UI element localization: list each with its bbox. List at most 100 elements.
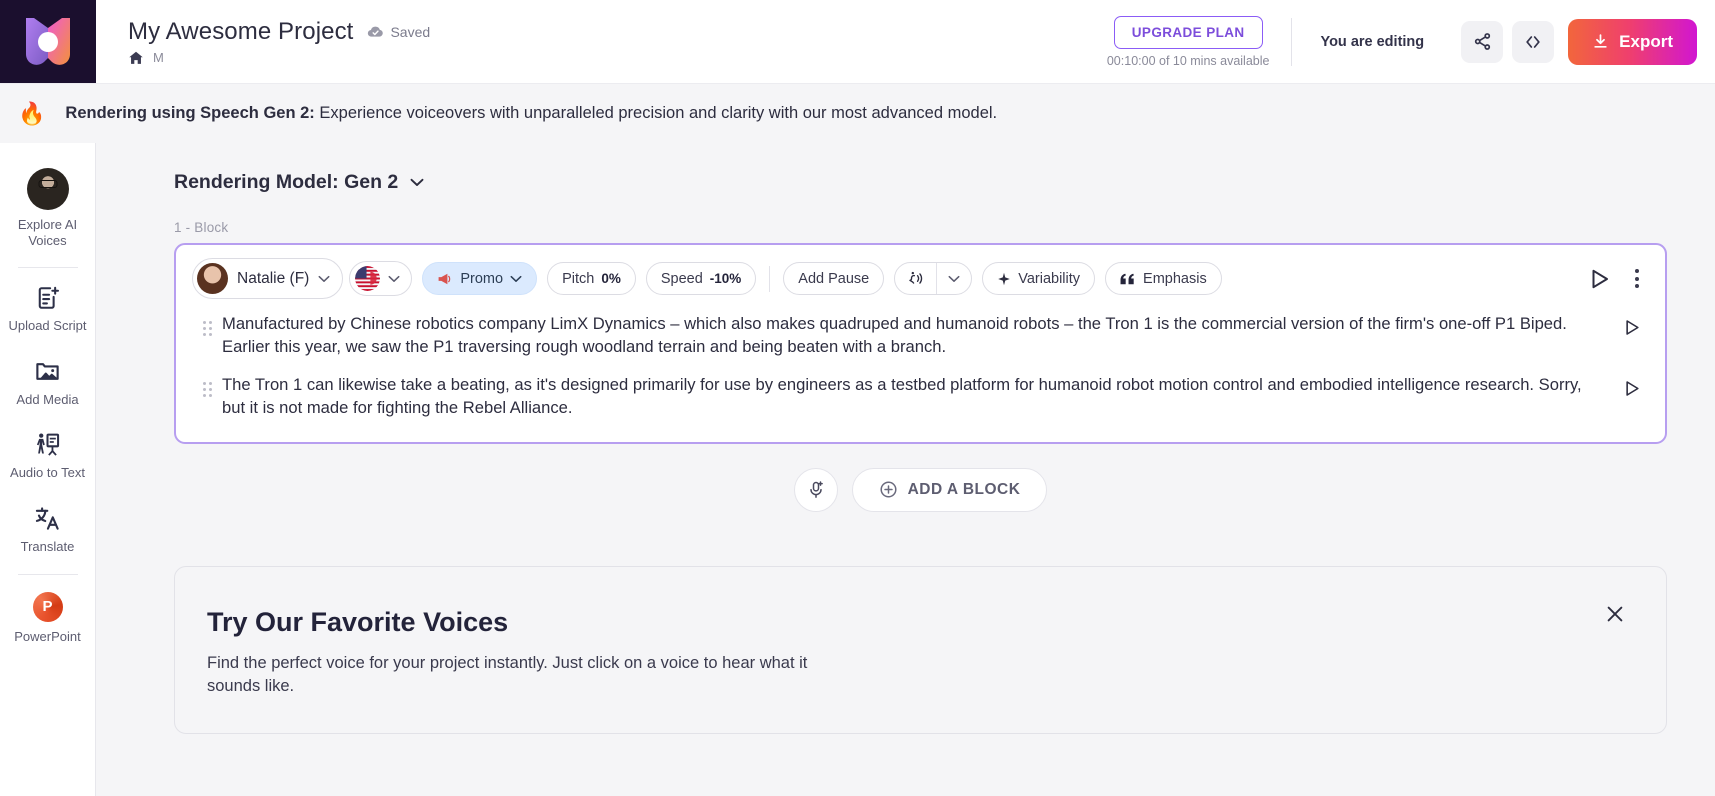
pitch-control[interactable]: Pitch 0% bbox=[547, 262, 636, 295]
voice-name-label: Natalie (F) bbox=[237, 269, 310, 287]
sound-effect-button[interactable] bbox=[895, 263, 936, 294]
paragraph-play-button[interactable] bbox=[1611, 312, 1651, 337]
variability-label: Variability bbox=[1018, 270, 1081, 287]
play-icon bbox=[1625, 320, 1639, 335]
avatar-icon bbox=[26, 168, 69, 210]
paragraph-drag-handle[interactable] bbox=[192, 373, 222, 397]
banner-message: Rendering using Speech Gen 2: Experience… bbox=[65, 104, 997, 123]
code-icon bbox=[1526, 35, 1540, 48]
chevron-down-icon bbox=[948, 275, 960, 282]
sidebar-item-label: Upload Script bbox=[8, 318, 87, 334]
share-button[interactable] bbox=[1461, 20, 1504, 63]
emphasis-button[interactable]: Emphasis bbox=[1105, 262, 1222, 295]
block-options-button[interactable] bbox=[1629, 265, 1645, 292]
rendering-model-label: Rendering Model: Gen 2 bbox=[174, 171, 399, 193]
speed-value: -10% bbox=[709, 271, 742, 286]
sidebar-item-translate[interactable]: Translate bbox=[0, 494, 95, 568]
plus-circle-icon bbox=[880, 481, 897, 498]
favorite-voices-title: Try Our Favorite Voices bbox=[207, 606, 509, 637]
export-button[interactable]: Export bbox=[1568, 18, 1697, 65]
favorite-voices-card: Try Our Favorite Voices Find the perfect… bbox=[174, 565, 1667, 735]
save-status-label: Saved bbox=[390, 23, 431, 40]
sidebar-item-label: Translate bbox=[20, 538, 75, 554]
app-root: My Awesome Project Saved M UPGRADE PLAN … bbox=[0, 0, 1715, 796]
record-voice-button[interactable] bbox=[793, 467, 838, 512]
script-paragraph-row: The Tron 1 can likewise take a beating, … bbox=[176, 373, 1665, 420]
sidebar-item-audio-to-text[interactable]: Audio to Text bbox=[0, 420, 95, 494]
sidebar-item-add-media[interactable]: Add Media bbox=[0, 347, 95, 421]
add-block-button[interactable]: ADD A BLOCK bbox=[851, 467, 1048, 512]
sound-effect-dropdown[interactable] bbox=[936, 263, 971, 294]
play-icon bbox=[1625, 380, 1639, 396]
sidebar-item-label: Explore AI Voices bbox=[17, 217, 78, 248]
add-block-label: ADD A BLOCK bbox=[907, 480, 1021, 498]
sidebar-item-label: Add Media bbox=[16, 391, 79, 407]
paragraph-text[interactable]: Manufactured by Chinese robotics company… bbox=[222, 312, 1611, 359]
editor-canvas: Rendering Model: Gen 2 1 - Block Natalie… bbox=[96, 143, 1715, 796]
project-info: My Awesome Project Saved M bbox=[128, 18, 430, 66]
sound-effect-group bbox=[894, 262, 973, 295]
announcement-banner: 🔥 Rendering using Speech Gen 2: Experien… bbox=[0, 83, 1715, 143]
sidebar-item-upload-script[interactable]: Upload Script bbox=[0, 274, 95, 347]
language-selector[interactable] bbox=[349, 261, 413, 296]
page-title: My Awesome Project bbox=[128, 17, 354, 45]
upgrade-plan-button[interactable]: UPGRADE PLAN bbox=[1113, 15, 1263, 49]
block-padding bbox=[176, 420, 1665, 442]
flame-icon: 🔥 bbox=[18, 100, 46, 126]
us-flag-icon bbox=[355, 266, 381, 291]
chevron-down-icon bbox=[410, 178, 424, 186]
download-icon bbox=[1594, 34, 1607, 48]
favorite-voices-subtitle: Find the perfect voice for your project … bbox=[207, 653, 808, 696]
sparkle-icon bbox=[998, 272, 1011, 285]
voice-avatar bbox=[197, 263, 228, 294]
voice-selector[interactable]: Natalie (F) bbox=[192, 258, 344, 299]
emphasis-label: Emphasis bbox=[1143, 270, 1207, 287]
share-icon bbox=[1474, 33, 1490, 50]
embed-code-button[interactable] bbox=[1512, 20, 1555, 63]
cloud-check-icon bbox=[368, 26, 384, 37]
home-icon bbox=[129, 51, 143, 64]
rendering-model-selector[interactable]: Rendering Model: Gen 2 bbox=[174, 171, 1693, 194]
banner-body: Experience voiceovers with unparalleled … bbox=[314, 104, 998, 122]
voice-style-label: Promo bbox=[460, 270, 504, 287]
chevron-down-icon bbox=[318, 275, 330, 282]
paragraph-play-button[interactable] bbox=[1611, 373, 1651, 398]
sidebar-item-label: Audio to Text bbox=[10, 465, 85, 481]
app-logo bbox=[26, 17, 70, 65]
logo-container[interactable] bbox=[0, 0, 96, 83]
paragraph-text[interactable]: The Tron 1 can likewise take a beating, … bbox=[222, 373, 1611, 420]
pitch-label: Pitch bbox=[562, 270, 595, 287]
play-icon bbox=[1592, 269, 1608, 288]
sidebar-item-powerpoint[interactable]: P PowerPoint bbox=[0, 581, 95, 658]
script-paragraph-row: Manufactured by Chinese robotics company… bbox=[176, 312, 1665, 359]
sidebar-divider bbox=[17, 267, 78, 269]
sidebar-item-explore-ai-voices[interactable]: Explore AI Voices bbox=[0, 157, 95, 261]
block-index-label: 1 - Block bbox=[174, 220, 229, 235]
add-pause-button[interactable]: Add Pause bbox=[783, 262, 885, 295]
speed-control[interactable]: Speed -10% bbox=[645, 262, 757, 295]
add-block-row: ADD A BLOCK bbox=[174, 467, 1667, 512]
variability-button[interactable]: Variability bbox=[982, 262, 1096, 295]
left-sidebar: Explore AI Voices Upload Script Add Medi… bbox=[0, 143, 96, 796]
megaphone-icon bbox=[438, 273, 451, 284]
editing-status: You are editing bbox=[1320, 33, 1425, 50]
block-toolbar: Natalie (F) Promo Pitch 0% Speed -10% Ad… bbox=[176, 245, 1665, 312]
block-play-button[interactable] bbox=[1587, 267, 1611, 291]
quote-icon bbox=[1120, 273, 1134, 284]
voice-style-button[interactable]: Promo bbox=[422, 262, 538, 295]
breadcrumb[interactable]: M bbox=[128, 50, 430, 66]
sidebar-divider bbox=[17, 573, 78, 575]
document-upload-icon bbox=[38, 286, 59, 309]
media-folder-icon bbox=[36, 362, 59, 380]
script-block: Natalie (F) Promo Pitch 0% Speed -10% Ad… bbox=[174, 243, 1667, 444]
paragraph-drag-handle[interactable] bbox=[192, 312, 222, 336]
close-favorites-button[interactable] bbox=[1600, 599, 1630, 632]
chevron-down-icon bbox=[510, 275, 522, 282]
app-header: My Awesome Project Saved M UPGRADE PLAN … bbox=[0, 0, 1715, 83]
speed-label: Speed bbox=[660, 270, 703, 287]
mic-add-icon bbox=[809, 480, 823, 498]
toolbar-divider bbox=[769, 265, 771, 292]
plan-section: UPGRADE PLAN 00:10:00 of 10 mins availab… bbox=[1107, 15, 1292, 68]
breadcrumb-label: M bbox=[153, 50, 164, 65]
sidebar-item-label: PowerPoint bbox=[14, 628, 81, 644]
